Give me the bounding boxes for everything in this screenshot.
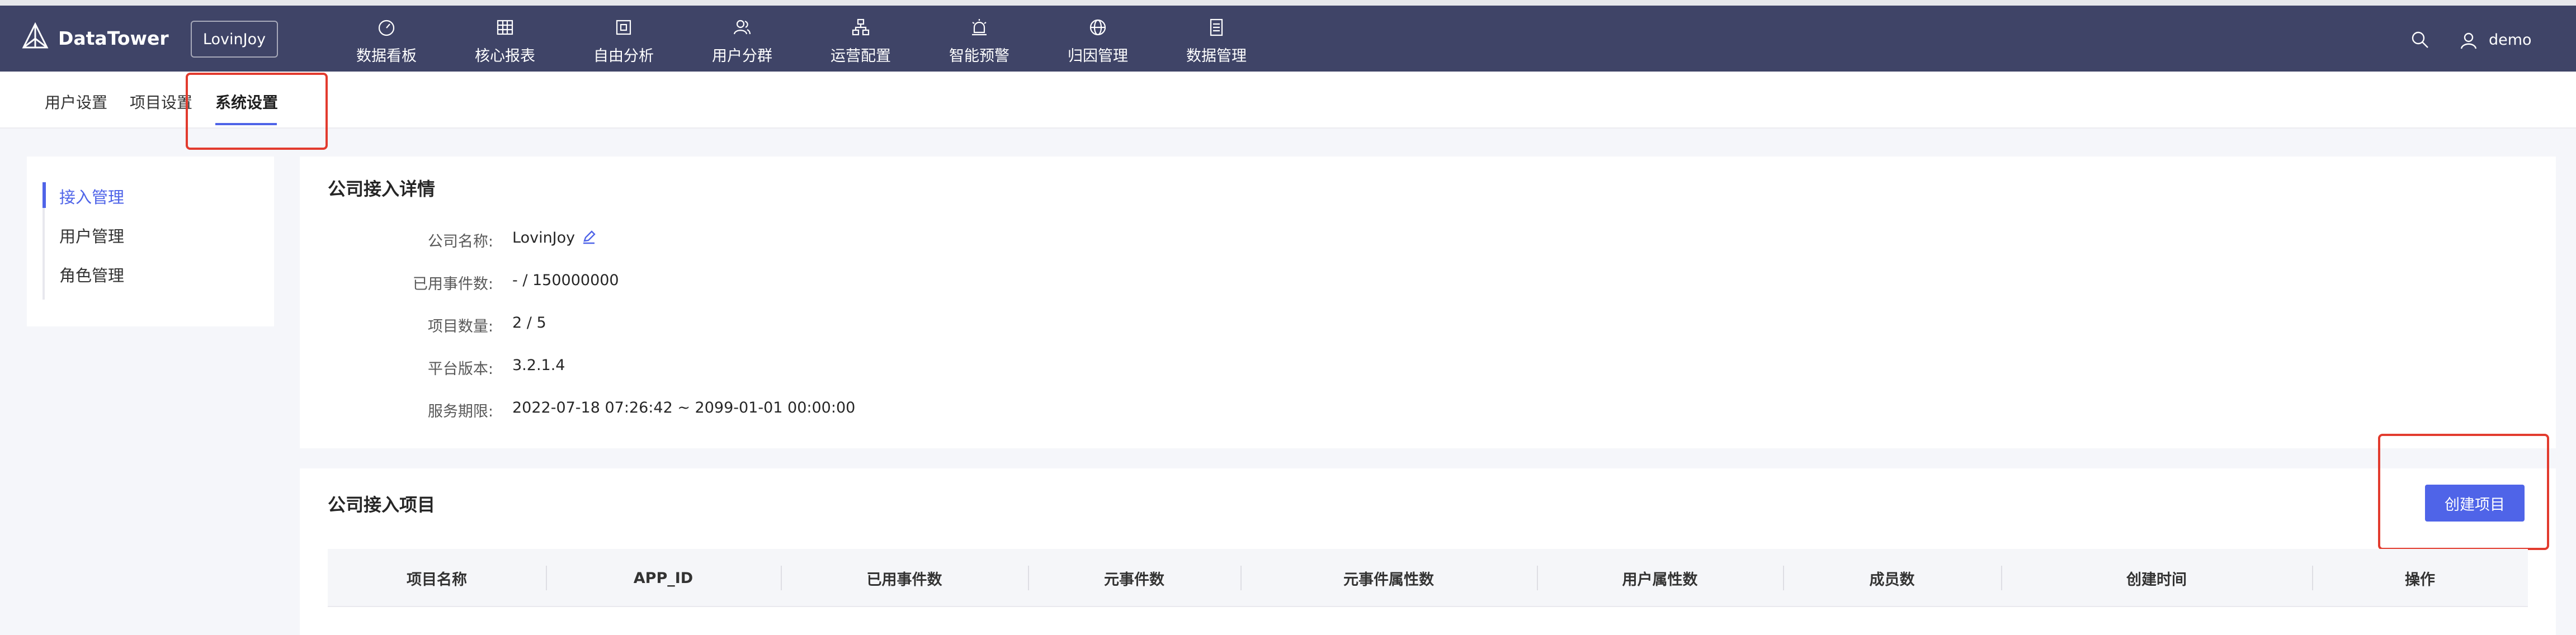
- project-selector[interactable]: LovinJoy: [191, 21, 278, 58]
- company-name-text: LovinJoy: [512, 229, 575, 247]
- column-header-user-properties: 用户属性数: [1622, 571, 1698, 589]
- datatower-logo-icon: [20, 22, 50, 54]
- highlight-box-system-settings: [186, 73, 328, 150]
- nav-label: 归因管理: [1068, 48, 1128, 65]
- projects-table-header: 项目名称 APP_ID 已用事件数 元事件数 元事件属性数 用户属性数 成员数 …: [328, 549, 2528, 607]
- active-indicator: [43, 182, 46, 208]
- column-header-created-time: 创建时间: [2126, 571, 2187, 589]
- service-period-label: 服务期限:: [427, 403, 493, 420]
- company-name-label: 公司名称:: [427, 233, 493, 250]
- column-header-app-id: APP_ID: [633, 569, 693, 587]
- analysis-icon: [614, 18, 633, 39]
- project-count-label: 项目数量:: [427, 318, 493, 335]
- sidebar-item-role-management[interactable]: 角色管理: [59, 263, 124, 286]
- tab-user-settings[interactable]: 用户设置: [45, 91, 107, 113]
- document-icon: [1207, 18, 1226, 39]
- highlight-box-create-project: [2378, 434, 2549, 550]
- search-icon[interactable]: [2410, 30, 2429, 49]
- column-header-meta-event-properties: 元事件属性数: [1343, 571, 1434, 589]
- window-top-strip: [0, 0, 2576, 6]
- logo[interactable]: DataTower: [20, 21, 169, 55]
- column-header-project-name: 项目名称: [407, 571, 467, 589]
- brand-name: DataTower: [58, 27, 169, 49]
- platform-version-label: 平台版本:: [427, 361, 493, 378]
- main-nav: 数据看板 核心报表 自由分析 用户分群 运营配置 智能预警 归因管理 数据管理: [327, 18, 1276, 72]
- service-period-value: 2022-07-18 07:26:42 ~ 2099-01-01 00:00:0…: [512, 399, 856, 416]
- nav-item-operation-config[interactable]: 运营配置: [801, 18, 920, 72]
- nav-item-free-analysis[interactable]: 自由分析: [564, 18, 683, 72]
- nav-item-data-management[interactable]: 数据管理: [1157, 18, 1276, 72]
- alarm-icon: [970, 18, 989, 39]
- details-title: 公司接入详情: [328, 178, 436, 200]
- edit-icon[interactable]: [582, 230, 596, 244]
- nav-label: 数据管理: [1186, 48, 1247, 65]
- nav-label: 智能预警: [949, 48, 1009, 65]
- sidebar-item-access-management[interactable]: 接入管理: [59, 184, 124, 208]
- column-header-used-events: 已用事件数: [866, 571, 942, 589]
- used-events-value: - / 150000000: [512, 272, 619, 289]
- nav-item-user-segments[interactable]: 用户分群: [683, 18, 801, 72]
- company-name-value: LovinJoy: [512, 229, 596, 247]
- tab-project-settings[interactable]: 项目设置: [130, 91, 192, 113]
- nav-label: 自由分析: [593, 48, 654, 65]
- column-header-actions: 操作: [2405, 571, 2435, 589]
- nav-label: 用户分群: [712, 48, 772, 65]
- nav-label: 运营配置: [831, 48, 891, 65]
- used-events-label: 已用事件数:: [412, 276, 493, 293]
- nav-item-dashboard[interactable]: 数据看板: [327, 18, 446, 72]
- nav-item-core-reports[interactable]: 核心报表: [446, 18, 564, 72]
- nav-label: 数据看板: [356, 48, 417, 65]
- column-header-meta-events: 元事件数: [1104, 571, 1164, 589]
- hierarchy-icon: [851, 18, 870, 39]
- platform-version-value: 3.2.1.4: [512, 357, 565, 374]
- sidebar-menu: 接入管理 用户管理 角色管理: [27, 157, 274, 326]
- settings-subnav: 用户设置 项目设置 系统设置: [0, 72, 2576, 129]
- company-access-details-panel: 公司接入详情 公司名称: LovinJoy 已用事件数: - / 1500000…: [300, 157, 2556, 448]
- top-header: DataTower LovinJoy 数据看板 核心报表 自由分析 用户分群 运…: [0, 6, 2576, 72]
- username[interactable]: demo: [2489, 31, 2532, 49]
- user-icon[interactable]: [2460, 31, 2478, 49]
- nav-item-smart-alerts[interactable]: 智能预警: [920, 18, 1039, 72]
- globe-icon: [1088, 18, 1107, 39]
- nav-item-attribution[interactable]: 归因管理: [1039, 18, 1157, 72]
- dashboard-icon: [377, 18, 396, 39]
- table-icon: [496, 18, 515, 39]
- projects-title: 公司接入项目: [328, 494, 436, 515]
- nav-label: 核心报表: [475, 48, 535, 65]
- column-header-members: 成员数: [1869, 571, 1915, 589]
- users-icon: [733, 18, 752, 39]
- project-count-value: 2 / 5: [512, 314, 546, 331]
- sidebar-item-user-management[interactable]: 用户管理: [59, 224, 124, 247]
